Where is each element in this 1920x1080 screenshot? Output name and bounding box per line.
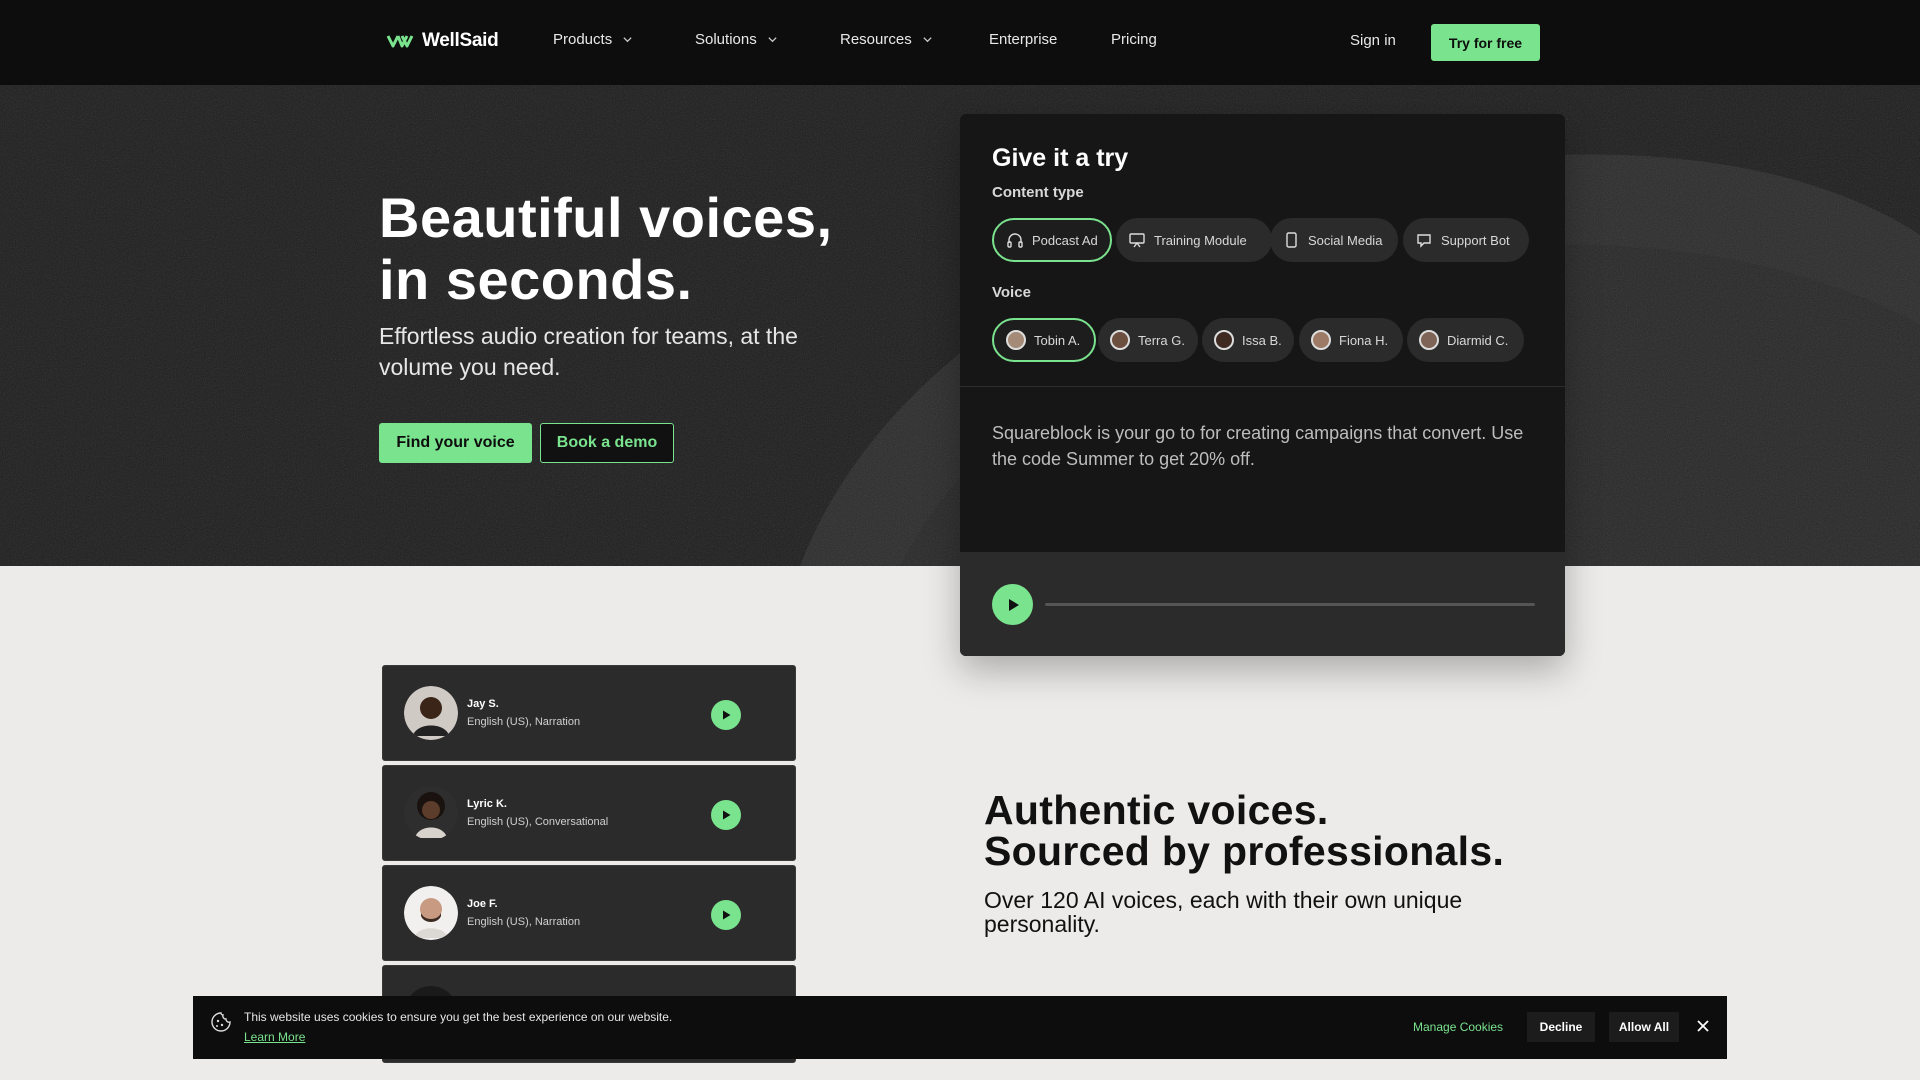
chevron-down-icon	[623, 37, 632, 43]
chip-label: Fiona H.	[1339, 332, 1389, 348]
nav-enterprise[interactable]: Enterprise	[989, 31, 1057, 48]
hero-title-line-1: Beautiful voices,	[379, 186, 833, 249]
chip-label: Training Module	[1154, 232, 1247, 248]
authentic-title: Authentic voices. Sourced by professiona…	[984, 790, 1544, 872]
manage-cookies-link[interactable]: Manage Cookies	[1413, 1020, 1503, 1034]
cookie-message: This website uses cookies to ensure you …	[244, 1010, 673, 1024]
presentation-icon	[1129, 233, 1145, 248]
play-button[interactable]	[992, 584, 1033, 625]
voice-label: Voice	[992, 284, 1031, 301]
logo-text: WellSaid	[422, 30, 499, 51]
authentic-title-line-2: Sourced by professionals.	[984, 828, 1505, 874]
nav-resources-label: Resources	[840, 31, 912, 48]
chevron-down-icon	[768, 37, 777, 43]
card-divider	[960, 386, 1565, 387]
learn-more-link[interactable]: Learn More	[244, 1030, 305, 1044]
play-icon	[723, 810, 731, 820]
nav-solutions-label: Solutions	[695, 31, 757, 48]
avatar	[1311, 330, 1331, 350]
authentic-subtitle: Over 120 AI voices, each with their own …	[984, 887, 1463, 937]
voice-name: Jay S.	[467, 698, 499, 710]
voice-card[interactable]: Jay S. English (US), Narration	[382, 665, 796, 761]
voice-name: Lyric K.	[467, 798, 507, 810]
chip-label: Issa B.	[1242, 332, 1282, 348]
nav-enterprise-label: Enterprise	[989, 31, 1058, 48]
headphones-icon	[1007, 233, 1023, 248]
card-title: Give it a try	[992, 144, 1129, 172]
phone-icon	[1286, 232, 1297, 248]
authentic-title-line-1: Authentic voices.	[984, 787, 1329, 833]
play-icon	[723, 710, 731, 720]
nav-pricing-label: Pricing	[1111, 31, 1157, 48]
voice-meta: English (US), Conversational	[467, 816, 609, 828]
hero-title-line-2: in seconds.	[379, 248, 693, 311]
logo[interactable]: WellSaid	[386, 30, 499, 52]
voice-tobin[interactable]: Tobin A.	[992, 318, 1096, 362]
hero-title: Beautiful voices, in seconds.	[379, 187, 899, 311]
cookie-icon	[211, 1012, 231, 1032]
chevron-down-icon	[923, 37, 932, 43]
avatar	[1006, 330, 1026, 350]
nav-pricing[interactable]: Pricing	[1111, 31, 1157, 48]
chip-label: Social Media	[1308, 232, 1383, 248]
content-type-training-module[interactable]: Training Module	[1116, 218, 1272, 262]
avatar	[404, 786, 458, 840]
content-type-podcast-ad[interactable]: Podcast Ad	[992, 218, 1112, 262]
voice-meta: English (US), Narration	[467, 716, 581, 728]
chip-label: Podcast Ad	[1032, 232, 1098, 248]
content-type-support-bot[interactable]: Support Bot	[1403, 218, 1529, 262]
play-icon	[723, 910, 731, 920]
top-nav: WellSaid Products Solutions Resources En…	[0, 0, 1920, 85]
voice-meta: English (US), Narration	[467, 916, 581, 928]
chip-label: Diarmid C.	[1447, 332, 1509, 348]
voice-terra[interactable]: Terra G.	[1098, 318, 1198, 362]
find-your-voice-button[interactable]: Find your voice	[379, 423, 532, 463]
allow-all-button[interactable]: Allow All	[1609, 1012, 1679, 1042]
sign-in-link[interactable]: Sign in	[1350, 32, 1396, 49]
hero-subtitle: Effortless audio creation for teams, at …	[379, 323, 798, 380]
avatar	[1110, 330, 1130, 350]
try-for-free-button[interactable]: Try for free	[1431, 24, 1540, 61]
voice-card[interactable]: Lyric K. English (US), Conversational	[382, 765, 796, 861]
decline-button[interactable]: Decline	[1527, 1012, 1595, 1042]
wellsaid-logo-icon	[386, 35, 414, 48]
voice-fiona[interactable]: Fiona H.	[1299, 318, 1403, 362]
avatar	[1214, 330, 1234, 350]
chip-label: Support Bot	[1441, 232, 1510, 248]
voice-diarmid[interactable]: Diarmid C.	[1407, 318, 1524, 362]
book-a-demo-button[interactable]: Book a demo	[540, 423, 674, 463]
audio-progress-track[interactable]	[1045, 603, 1535, 606]
voice-name: Joe F.	[467, 898, 498, 910]
content-type-label: Content type	[992, 184, 1084, 201]
audio-player	[960, 552, 1565, 656]
give-it-a-try-card: Give it a try Content type Podcast Ad Tr…	[960, 114, 1565, 656]
content-type-social-media[interactable]: Social Media	[1270, 218, 1398, 262]
close-icon[interactable]	[1695, 1018, 1711, 1034]
play-icon	[1008, 598, 1019, 611]
avatar	[404, 886, 458, 940]
nav-resources[interactable]: Resources	[840, 31, 933, 48]
voice-play-button[interactable]	[711, 800, 741, 830]
avatar	[1419, 330, 1439, 350]
chat-icon	[1417, 234, 1431, 248]
avatar	[404, 686, 458, 740]
cookie-banner: This website uses cookies to ensure you …	[193, 996, 1727, 1059]
voice-play-button[interactable]	[711, 900, 741, 930]
voice-play-button[interactable]	[711, 700, 741, 730]
nav-solutions[interactable]: Solutions	[695, 31, 778, 48]
sample-text[interactable]: Squareblock is your go to for creating c…	[992, 420, 1532, 472]
voice-card[interactable]: Joe F. English (US), Narration	[382, 865, 796, 961]
nav-products[interactable]: Products	[553, 31, 633, 48]
voice-issa[interactable]: Issa B.	[1202, 318, 1294, 362]
nav-products-label: Products	[553, 31, 613, 48]
chip-label: Tobin A.	[1034, 332, 1081, 348]
chip-label: Terra G.	[1138, 332, 1185, 348]
